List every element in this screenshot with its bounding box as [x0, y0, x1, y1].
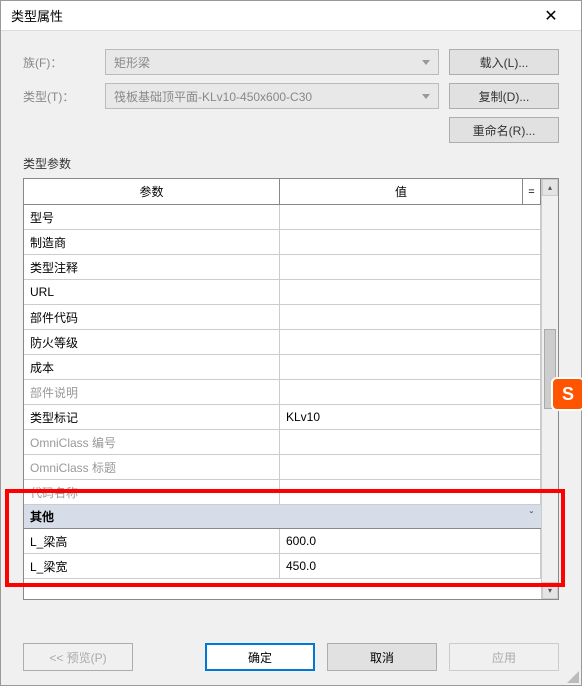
cell-value[interactable] — [280, 380, 541, 404]
table-header: 参数 值 = — [24, 179, 541, 205]
cell-param[interactable]: 代码名称 — [24, 480, 280, 504]
cell-param[interactable]: OmniClass 编号 — [24, 430, 280, 454]
table-row[interactable]: 型号 — [24, 205, 541, 230]
cell-param[interactable]: 型号 — [24, 205, 280, 229]
section-label: 类型参数 — [23, 155, 559, 172]
bottom-bar: << 预览(P) 确定 取消 应用 — [23, 643, 559, 671]
table-row[interactable]: L_梁高600.0 — [24, 529, 541, 554]
window-title: 类型属性 — [11, 6, 531, 25]
family-label: 族(F)： — [23, 54, 105, 71]
cell-param[interactable]: 防火等级 — [24, 330, 280, 354]
table-row[interactable]: 类型注释 — [24, 255, 541, 280]
cell-value[interactable] — [280, 330, 541, 354]
cell-param[interactable]: L_梁高 — [24, 529, 280, 553]
table-row[interactable]: 防火等级 — [24, 330, 541, 355]
group-other[interactable]: 其他 ˇ — [24, 505, 541, 529]
table-body: 型号制造商类型注释URL部件代码防火等级成本部件说明类型标记KLv10OmniC… — [24, 205, 541, 505]
table-row[interactable]: 类型标记KLv10 — [24, 405, 541, 430]
cell-value[interactable] — [280, 430, 541, 454]
cell-param[interactable]: 类型注释 — [24, 255, 280, 279]
family-value: 矩形梁 — [114, 54, 150, 71]
table-row[interactable]: OmniClass 编号 — [24, 430, 541, 455]
table-body-2: L_梁高600.0L_梁宽450.0 — [24, 529, 541, 579]
cell-value[interactable] — [280, 455, 541, 479]
type-value: 筏板基础顶平面-KLv10-450x600-C30 — [114, 88, 312, 105]
type-label: 类型(T)： — [23, 88, 105, 105]
cell-value[interactable] — [280, 280, 541, 304]
cell-value[interactable]: KLv10 — [280, 405, 541, 429]
scroll-up-icon[interactable]: ▴ — [542, 179, 558, 196]
load-button[interactable]: 载入(L)... — [449, 49, 559, 75]
header-value[interactable]: 值 — [280, 179, 523, 204]
header-param[interactable]: 参数 — [24, 179, 280, 204]
titlebar: 类型属性 ✕ — [1, 1, 581, 31]
table-row[interactable]: 代码名称 — [24, 480, 541, 505]
ok-button[interactable]: 确定 — [205, 643, 315, 671]
type-row: 类型(T)： 筏板基础顶平面-KLv10-450x600-C30 复制(D)..… — [23, 83, 559, 109]
cell-param[interactable]: 部件说明 — [24, 380, 280, 404]
cell-value[interactable] — [280, 205, 541, 229]
family-dropdown[interactable]: 矩形梁 — [105, 49, 439, 75]
cell-param[interactable]: 类型标记 — [24, 405, 280, 429]
table-row[interactable]: OmniClass 标题 — [24, 455, 541, 480]
dialog-window: 类型属性 ✕ 族(F)： 矩形梁 载入(L)... 类型(T)： 筏板基础顶平面… — [0, 0, 582, 686]
header-eq[interactable]: = — [523, 179, 541, 204]
cell-value[interactable]: 450.0 — [280, 554, 541, 578]
table-row[interactable]: L_梁宽450.0 — [24, 554, 541, 579]
cell-param[interactable]: URL — [24, 280, 280, 304]
rename-row: 重命名(R)... — [23, 117, 559, 143]
params-table: 参数 值 = 型号制造商类型注释URL部件代码防火等级成本部件说明类型标记KLv… — [23, 178, 559, 600]
cell-param[interactable]: OmniClass 标题 — [24, 455, 280, 479]
table-row[interactable]: 部件说明 — [24, 380, 541, 405]
type-dropdown[interactable]: 筏板基础顶平面-KLv10-450x600-C30 — [105, 83, 439, 109]
cell-param[interactable]: L_梁宽 — [24, 554, 280, 578]
cell-value[interactable]: 600.0 — [280, 529, 541, 553]
close-button[interactable]: ✕ — [531, 1, 571, 31]
scroll-down-icon[interactable]: ▾ — [542, 582, 558, 599]
table-row[interactable]: 部件代码 — [24, 305, 541, 330]
cell-value[interactable] — [280, 255, 541, 279]
cell-param[interactable]: 制造商 — [24, 230, 280, 254]
cell-value[interactable] — [280, 305, 541, 329]
cell-value[interactable] — [280, 480, 541, 504]
resize-grip[interactable] — [565, 669, 579, 683]
ime-badge[interactable]: S — [551, 377, 582, 411]
chevron-down-icon: ˇ — [530, 511, 533, 522]
preview-button[interactable]: << 预览(P) — [23, 643, 133, 671]
table-row[interactable]: 制造商 — [24, 230, 541, 255]
table-row[interactable]: URL — [24, 280, 541, 305]
group-label: 其他 — [30, 508, 54, 525]
cell-param[interactable]: 部件代码 — [24, 305, 280, 329]
table-row[interactable]: 成本 — [24, 355, 541, 380]
table-scroll: 参数 值 = 型号制造商类型注释URL部件代码防火等级成本部件说明类型标记KLv… — [24, 179, 541, 599]
rename-button[interactable]: 重命名(R)... — [449, 117, 559, 143]
cancel-button[interactable]: 取消 — [327, 643, 437, 671]
cell-param[interactable]: 成本 — [24, 355, 280, 379]
cell-value[interactable] — [280, 230, 541, 254]
content-area: 族(F)： 矩形梁 载入(L)... 类型(T)： 筏板基础顶平面-KLv10-… — [1, 31, 581, 610]
apply-button[interactable]: 应用 — [449, 643, 559, 671]
cell-value[interactable] — [280, 355, 541, 379]
family-row: 族(F)： 矩形梁 载入(L)... — [23, 49, 559, 75]
duplicate-button[interactable]: 复制(D)... — [449, 83, 559, 109]
